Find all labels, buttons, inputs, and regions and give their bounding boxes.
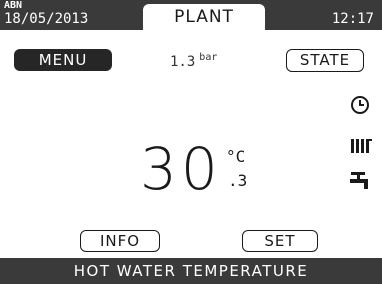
clock-icon [351,96,369,114]
device-code: ABN [4,0,23,11]
tap-icon [350,172,368,189]
pressure-value: 1.3 [170,54,196,70]
pressure-unit: bar [199,52,218,63]
pressure-readout: 1.3 bar [170,52,218,70]
footer-label: HOT WATER TEMPERATURE [0,258,382,284]
radiator-icon [351,139,372,153]
menu-button[interactable]: MENU [14,49,112,71]
top-status-bar: ABN 18/05/2013 PLANT 12:17 [0,0,382,30]
date-display: 18/05/2013 [4,11,89,27]
temperature-decimal: .3 [228,171,248,190]
set-button[interactable]: SET [242,230,318,252]
temperature-value: 30 [140,135,222,203]
tab-plant[interactable]: PLANT [143,4,265,30]
time-display: 12:17 [331,11,374,27]
info-button[interactable]: INFO [80,230,160,252]
state-button[interactable]: STATE [286,49,364,72]
temperature-unit: °C [226,147,246,166]
